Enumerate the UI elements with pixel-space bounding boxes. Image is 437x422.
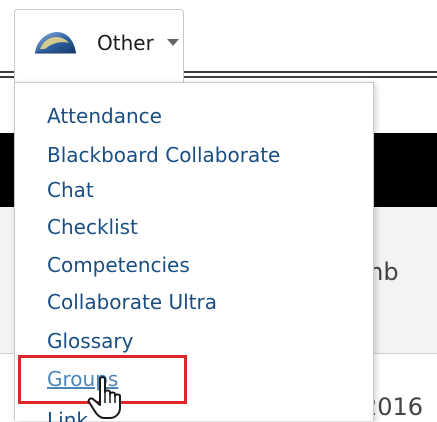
menu-item-competencies[interactable]: Competencies [47,253,190,277]
tools-dome-icon [35,32,76,54]
menu-item-blackboard-collaborate[interactable]: Blackboard Collaborate [47,143,280,167]
other-tools-button[interactable]: Other [14,9,184,83]
menu-item-glossary[interactable]: Glossary [47,329,133,353]
menu-item-checklist[interactable]: Checklist [47,215,138,239]
menu-item-link[interactable]: Link [47,408,88,422]
menu-item-chat[interactable]: Chat [47,178,94,202]
other-button-label: Other [97,31,154,55]
menu-item-attendance[interactable]: Attendance [47,104,162,128]
caret-down-icon [167,39,179,46]
menu-item-collaborate-ultra[interactable]: Collaborate Ultra [47,290,217,314]
hand-pointer-icon [87,376,121,419]
other-tools-menu: Attendance Blackboard Collaborate Chat C… [14,82,374,422]
